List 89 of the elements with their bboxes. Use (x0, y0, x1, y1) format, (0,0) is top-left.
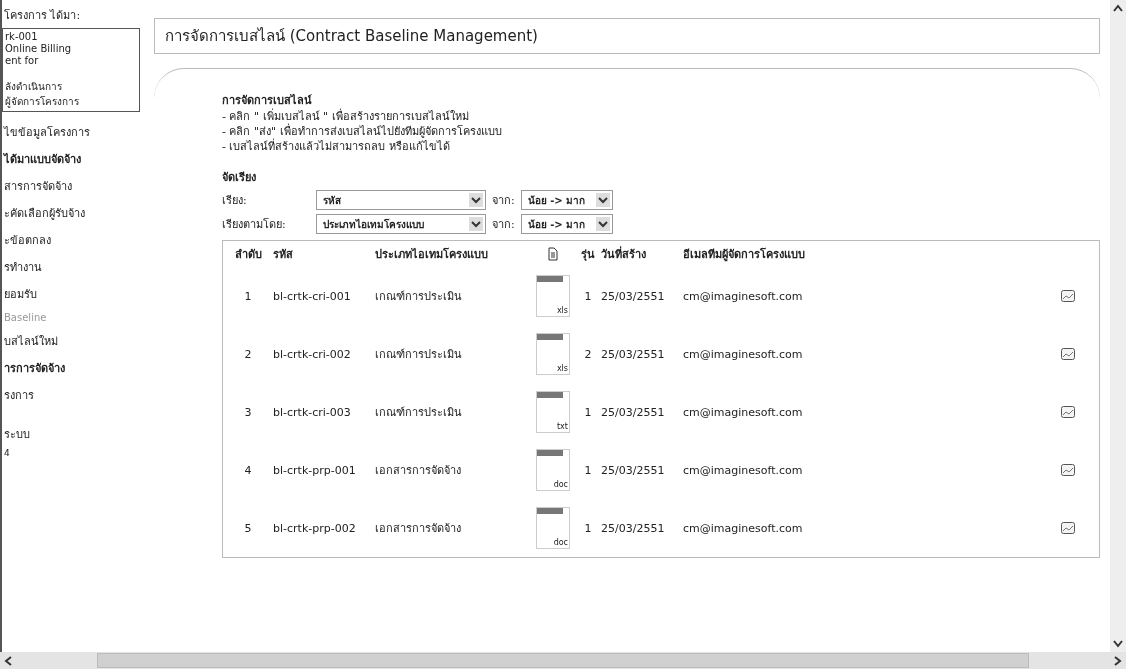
table-cell-text: 1 (583, 521, 593, 535)
table-cell-text: 5 (243, 521, 253, 535)
table-cell-text: cm@imaginesoft.com (683, 463, 804, 477)
table-cell-text: 25/03/2551 (601, 521, 666, 535)
project-info-text: Online Billing (5, 43, 73, 55)
sidebar-item[interactable]: รทำงาน (2, 253, 148, 280)
instruction-text: - เบสไลน์ที่สร้างแล้วไม่สามารถลบ หรือแก้ไขได้ (222, 139, 451, 154)
column-header: รุ่น (580, 247, 596, 263)
scroll-down-icon[interactable] (1113, 640, 1123, 648)
project-label: โครงการ ได้มา: (3, 8, 82, 24)
order-label: จาก: (492, 193, 515, 209)
caret-icon (469, 217, 483, 231)
table-cell-text: bl-crtk-cri-003 (273, 405, 352, 419)
column-header: ประเภทไอเทมโครงแบบ (375, 246, 489, 263)
sort-label: เรียงตามโดย: (222, 217, 287, 233)
table-cell-text: เอกสารการจัดจ้าง (375, 521, 462, 537)
column-header: รหัส (273, 247, 294, 263)
file-icon[interactable]: doc (536, 507, 570, 549)
table-cell-text: cm@imaginesoft.com (683, 289, 804, 303)
project-info-text: ผู้จัดการโครงการ (5, 95, 80, 109)
table-cell-text: เอกสารการจัดจ้าง (375, 463, 462, 479)
scroll-right-icon[interactable] (1114, 655, 1122, 666)
table-cell-text: 25/03/2551 (601, 405, 666, 419)
table-cell-text: 1 (583, 405, 593, 419)
table-cell-text: cm@imaginesoft.com (683, 521, 804, 535)
caret-icon (595, 193, 610, 207)
instructions-heading: การจัดการเบสไลน์ (222, 93, 313, 108)
sidebar-item[interactable]: 4 (2, 447, 148, 458)
file-icon[interactable]: xls (536, 275, 570, 317)
table-cell-text: เกณฑ์การประเมิน (375, 289, 463, 305)
sort-field-dropdown[interactable]: รหัส (316, 190, 486, 210)
image-icon[interactable] (1061, 522, 1075, 534)
table-cell-text: bl-crtk-prp-002 (273, 521, 357, 535)
instruction-text: - คลิก " เพิ่มเบสไลน์ " เพื่อสร้างรายการเบสไลน์ใหม่ (222, 109, 470, 123)
file-icon[interactable]: doc (536, 449, 570, 491)
project-info-text: ลังดำเนินการ (5, 80, 63, 94)
table-cell-text: bl-crtk-prp-001 (273, 463, 357, 477)
table-cell-text: 1 (243, 289, 253, 303)
column-header: ลำดับ (233, 247, 263, 263)
table-cell-text: bl-crtk-cri-002 (273, 347, 352, 361)
table-cell-text: เกณฑ์การประเมิน (375, 347, 463, 363)
instruction-text: - คลิก "ส่ง" เพื่อทำการส่งเบสไลน์ไปยังทีมผู้จัดการโครงแบบ (222, 124, 503, 138)
file-icon[interactable]: xls (536, 333, 570, 375)
project-info-text: rk-001 (5, 31, 39, 43)
file-icon[interactable]: txt (536, 391, 570, 433)
document-icon (548, 247, 558, 261)
sort-field-dropdown[interactable]: ประเภทไอเทมโครงแบบ (316, 214, 486, 234)
table-cell-text: cm@imaginesoft.com (683, 347, 804, 361)
sidebar-item[interactable]: ไขข้อมูลโครงการ (2, 118, 148, 145)
sidebar-item[interactable]: รงการ (2, 381, 148, 408)
table-cell-text: 1 (583, 289, 593, 303)
table-cell-text: 3 (243, 405, 253, 419)
image-icon[interactable] (1061, 464, 1075, 476)
sidebar-item[interactable]: สารการจัดจ้าง (2, 172, 148, 199)
column-header: อีเมลทีมผู้จัดการโครงแบบ (683, 246, 806, 263)
column-header: วันที่สร้าง (601, 245, 647, 263)
sidebar-item[interactable]: บสไลน์ใหม่ (2, 327, 148, 354)
sort-order-dropdown[interactable]: น้อย -> มาก (520, 214, 613, 234)
caret-icon (469, 193, 483, 207)
scroll-up-icon[interactable] (1113, 4, 1123, 12)
sidebar-item[interactable]: ะคัดเลือกผู้รับจ้าง (2, 199, 148, 226)
table-cell-text: 25/03/2551 (601, 347, 666, 361)
scroll-left-icon[interactable] (4, 655, 12, 666)
sidebar-section-header: ได้มาแบบจัดจ้าง (2, 152, 82, 168)
table-cell-text: 4 (243, 463, 253, 477)
table-cell-text: cm@imaginesoft.com (683, 405, 804, 419)
sort-heading: จัดเรียง (222, 170, 257, 186)
table-cell-text: 2 (583, 347, 593, 361)
table-cell-text: 1 (583, 463, 593, 477)
sort-order-dropdown[interactable]: น้อย -> มาก (520, 190, 613, 210)
sidebar-item[interactable]: ยอมรับ (2, 280, 148, 307)
sort-label: เรียง: (222, 193, 248, 209)
image-icon[interactable] (1061, 348, 1075, 360)
sidebar-item[interactable]: ระบบ (2, 420, 148, 447)
order-label: จาก: (492, 217, 515, 233)
vertical-scrollbar[interactable] (1110, 0, 1126, 652)
table-cell-text: 25/03/2551 (601, 463, 666, 477)
image-icon[interactable] (1061, 290, 1075, 302)
table-cell-text: bl-crtk-cri-001 (273, 289, 352, 303)
horizontal-scrollbar[interactable] (0, 652, 1126, 669)
sidebar-section-header: ารการจัดจ้าง (3, 361, 66, 377)
page-title: การจัดการเบสไลน์ (Contract Baseline Management) (154, 18, 1100, 54)
project-info-text: ent for (5, 55, 40, 67)
table-cell-text: 25/03/2551 (601, 289, 666, 303)
table-cell-text: 2 (243, 347, 253, 361)
caret-icon (595, 217, 610, 231)
table-cell-text: เกณฑ์การประเมิน (375, 405, 463, 421)
image-icon[interactable] (1061, 406, 1075, 418)
sidebar-item[interactable]: ะข้อตกลง (2, 226, 148, 253)
